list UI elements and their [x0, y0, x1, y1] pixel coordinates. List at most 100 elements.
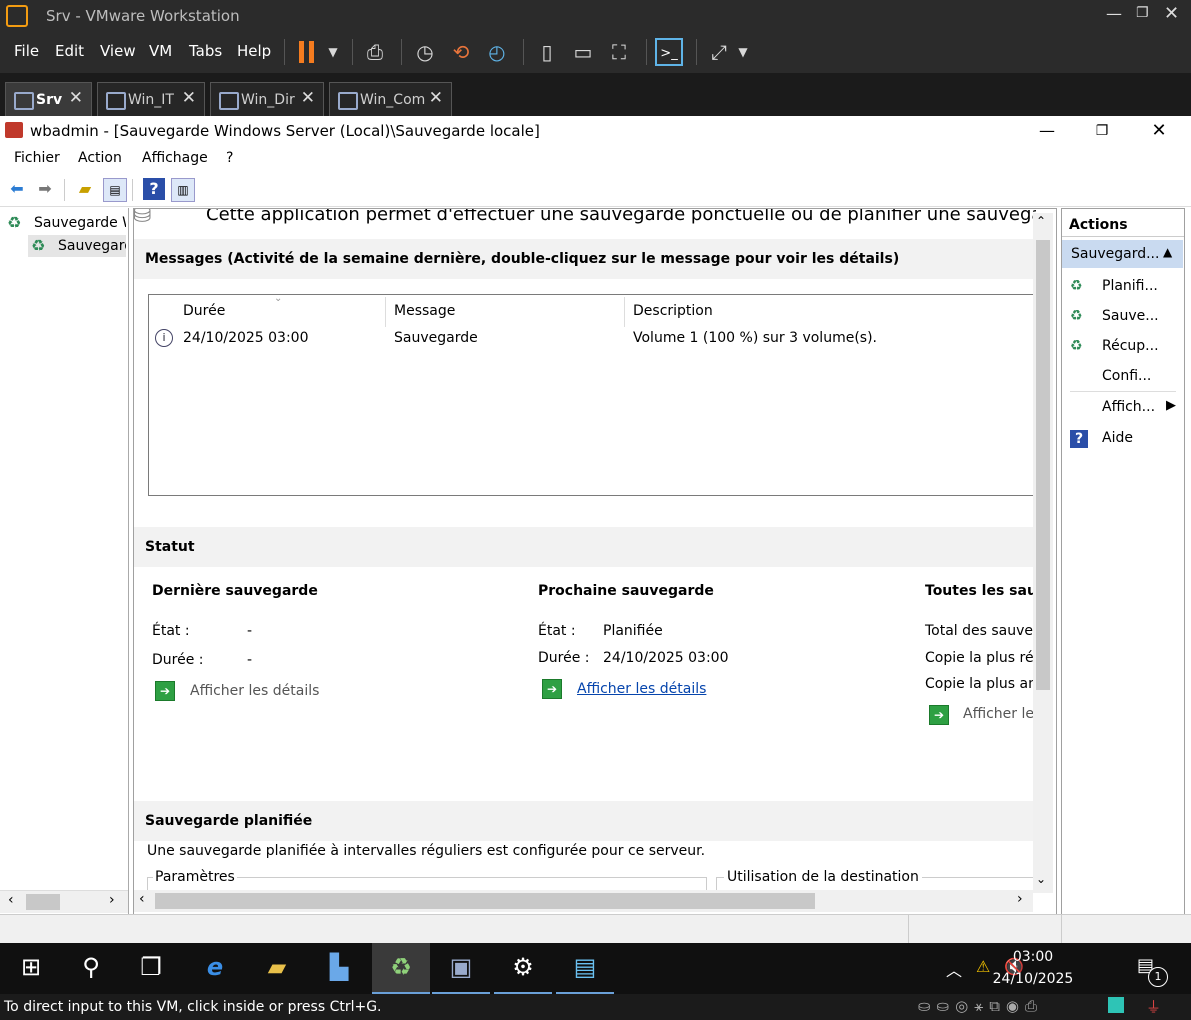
- up-folder-icon[interactable]: ▰: [74, 178, 96, 200]
- scroll-thumb[interactable]: [26, 894, 60, 910]
- vertical-scroll-thumb[interactable]: [1036, 240, 1050, 690]
- submenu-arrow-icon: ▶: [1166, 398, 1176, 413]
- actions-group-header[interactable]: Sauvegard... ▲: [1062, 240, 1183, 268]
- tree-item-local[interactable]: Sauvegarde locale: [58, 238, 126, 254]
- thumbnail-icon[interactable]: ▭: [568, 37, 598, 67]
- column-separator: [624, 297, 625, 327]
- windows-backup-icon[interactable]: ♻: [372, 943, 430, 994]
- forward-arrow-icon[interactable]: ➡: [34, 178, 56, 200]
- task-view-icon[interactable]: ❐: [122, 943, 180, 992]
- server-manager-icon[interactable]: ▙: [310, 943, 368, 992]
- scroll-left-icon[interactable]: ‹: [8, 892, 14, 908]
- restore-button[interactable]: ❐: [1079, 118, 1125, 144]
- computer-management-icon[interactable]: ▣: [432, 943, 490, 994]
- action-affichage[interactable]: Affich...: [1102, 399, 1155, 415]
- show-hidden-icons-chevron[interactable]: ︿: [946, 957, 962, 981]
- device-status-icons[interactable]: ⛀⛀◎⚹⧉◉⎙: [918, 997, 1043, 1015]
- revert-snapshot-icon[interactable]: ⟲: [446, 37, 476, 67]
- scroll-right-icon[interactable]: ›: [109, 892, 115, 908]
- menu-vm[interactable]: VM: [149, 42, 172, 60]
- close-icon[interactable]: ✕: [429, 88, 443, 108]
- scroll-down-icon[interactable]: ⌄: [1036, 872, 1046, 886]
- back-arrow-icon[interactable]: ⬅: [6, 178, 28, 200]
- guest-screen[interactable]: wbadmin - [Sauvegarde Windows Server (Lo…: [0, 116, 1191, 944]
- chevron-down-icon[interactable]: ▼: [728, 37, 758, 67]
- collapse-icon[interactable]: ▲: [1163, 245, 1172, 259]
- internet-explorer-icon[interactable]: e: [186, 943, 244, 992]
- close-icon[interactable]: ✕: [69, 88, 83, 108]
- menu-help[interactable]: ?: [226, 150, 233, 166]
- chevron-down-icon[interactable]: ▼: [318, 37, 348, 67]
- last-backup-duree-value: -: [247, 652, 253, 668]
- tab-label: Srv: [36, 92, 63, 108]
- snapshot-manager-icon[interactable]: ◴: [482, 37, 512, 67]
- table-row[interactable]: i 24/10/2025 03:00 Sauvegarde Volume 1 (…: [149, 328, 1034, 352]
- library-icon[interactable]: ▯: [532, 37, 562, 67]
- column-header-duree[interactable]: Durée: [183, 303, 225, 319]
- minimize-button[interactable]: —: [1106, 4, 1122, 23]
- menu-tabs[interactable]: Tabs: [189, 42, 222, 60]
- action-recuperer[interactable]: Récup...: [1102, 338, 1159, 354]
- menu-action[interactable]: Action: [78, 150, 122, 166]
- schedule-backup-icon: ♻: [1070, 278, 1083, 294]
- close-icon[interactable]: ✕: [182, 88, 196, 108]
- file-explorer-icon[interactable]: ▰: [248, 943, 306, 992]
- horizontal-scroll-thumb[interactable]: [155, 893, 815, 909]
- console-tree: ♻ Sauvegarde Windows Server (Local) ♻ Sa…: [0, 208, 129, 916]
- scroll-left-icon[interactable]: ‹: [139, 891, 145, 907]
- last-backup-details-link: Afficher les détails: [190, 683, 320, 699]
- backup-icon: ♻: [31, 236, 46, 255]
- next-backup-details-link[interactable]: Afficher les détails: [577, 681, 706, 697]
- search-icon[interactable]: ⚲: [62, 943, 120, 992]
- tab-win-it[interactable]: Win_IT ✕: [97, 82, 205, 117]
- tree-item-root[interactable]: Sauvegarde Windows Server (Local): [34, 215, 126, 231]
- all-backups-newest: Copie la plus récente: [925, 650, 1033, 666]
- fullscreen-icon[interactable]: ⛶: [604, 37, 634, 67]
- usb-disconnected-icon[interactable]: ⏚: [1146, 996, 1161, 1017]
- send-keys-icon[interactable]: ⎙: [360, 37, 390, 67]
- next-backup-etat-label: État :: [538, 623, 576, 639]
- menu-edit[interactable]: Edit: [55, 42, 84, 60]
- pause-icon[interactable]: [299, 41, 315, 63]
- menu-view[interactable]: View: [100, 42, 136, 60]
- snapshot-icon[interactable]: ◷: [410, 37, 440, 67]
- action-aide[interactable]: Aide: [1102, 430, 1133, 446]
- show-hide-tree-icon[interactable]: ▤: [103, 178, 127, 202]
- menu-fichier[interactable]: Fichier: [14, 150, 60, 166]
- console-icon[interactable]: >_: [655, 38, 683, 66]
- help-icon[interactable]: ?: [143, 178, 165, 200]
- menu-file[interactable]: File: [14, 42, 39, 60]
- taskbar-date[interactable]: 24/10/2025: [988, 971, 1078, 987]
- tab-label: Win_Dir: [241, 92, 295, 108]
- scroll-up-icon[interactable]: ⌃: [1036, 214, 1046, 228]
- minimize-button[interactable]: —: [1024, 118, 1070, 144]
- last-backup-title: Dernière sauvegarde: [152, 583, 318, 599]
- action-configurer[interactable]: Confi...: [1102, 368, 1151, 384]
- show-hide-action-pane-icon[interactable]: ▥: [171, 178, 195, 202]
- column-header-description[interactable]: Description: [633, 303, 713, 319]
- settings-icon[interactable]: ⚙: [494, 943, 552, 994]
- close-button[interactable]: ✕: [1136, 118, 1182, 144]
- messages-table[interactable]: ⌄ Durée Message Description i 24/10/2025…: [148, 293, 1035, 496]
- taskbar-time[interactable]: 03:00: [988, 949, 1078, 965]
- close-button[interactable]: ✕: [1164, 3, 1179, 24]
- tab-srv[interactable]: Srv ✕: [5, 82, 92, 117]
- start-icon[interactable]: ⊞: [2, 943, 60, 992]
- separator: [523, 39, 524, 65]
- action-planifier[interactable]: Planifi...: [1102, 278, 1158, 294]
- scroll-right-icon[interactable]: ›: [1017, 891, 1023, 907]
- tab-win-com[interactable]: Win_Com ✕: [329, 82, 452, 117]
- tree-horizontal-scrollbar[interactable]: ‹ ›: [0, 890, 128, 913]
- action-sauvegarder[interactable]: Sauve...: [1102, 308, 1159, 324]
- control-panel-icon[interactable]: ▤: [556, 943, 614, 994]
- close-icon[interactable]: ✕: [301, 88, 315, 108]
- column-header-message[interactable]: Message: [394, 303, 455, 319]
- menu-help[interactable]: Help: [237, 42, 271, 60]
- all-backups-oldest: Copie la plus ancienne: [925, 676, 1033, 692]
- cell-message: Sauvegarde: [394, 330, 478, 346]
- all-backups-panel: Toutes les sauvegardes Total des sauvega…: [924, 576, 1033, 726]
- menu-affichage[interactable]: Affichage: [142, 150, 208, 166]
- restore-button[interactable]: ❐: [1136, 5, 1149, 21]
- vm-tools-icon[interactable]: [1108, 997, 1124, 1013]
- tab-win-dir[interactable]: Win_Dir ✕: [210, 82, 324, 117]
